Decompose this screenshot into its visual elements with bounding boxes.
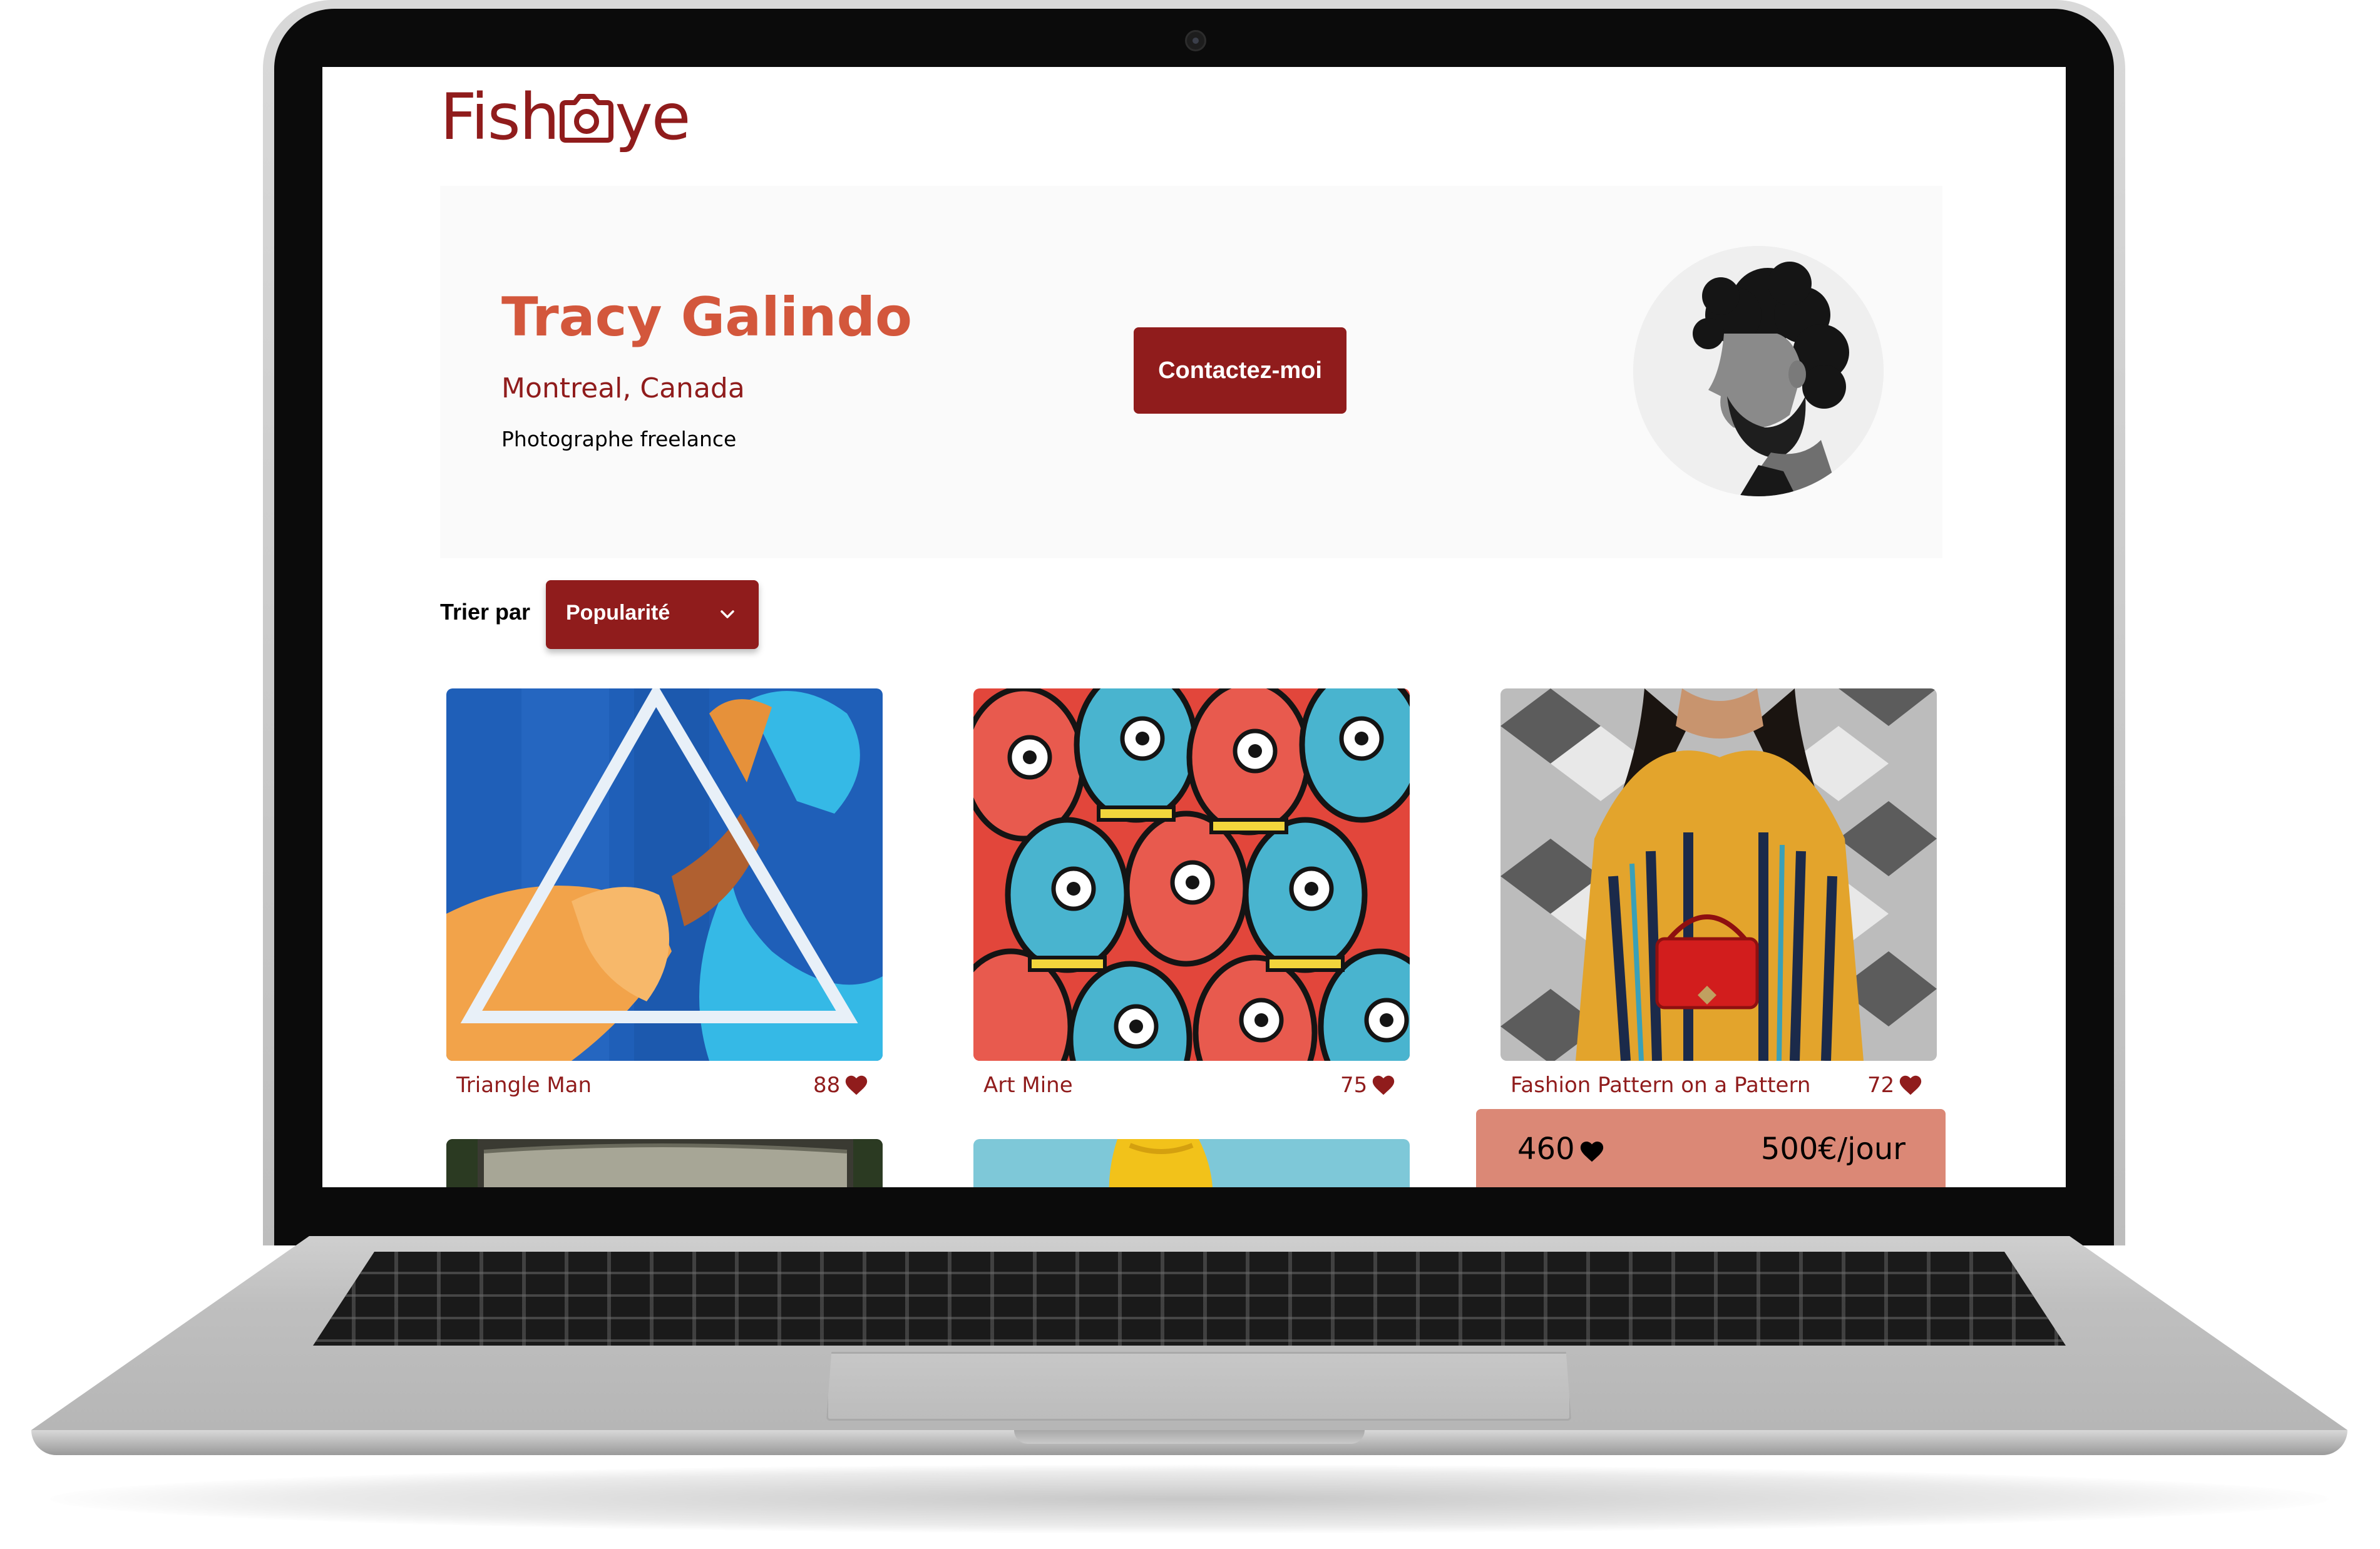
media-thumbnail[interactable] — [1500, 688, 1937, 1061]
trackpad — [826, 1352, 1571, 1421]
media-title: Art Mine — [983, 1073, 1073, 1098]
sort-selected-value: Popularité — [566, 601, 670, 625]
photographer-avatar — [1633, 246, 1884, 496]
media-thumbnail-partial[interactable] — [446, 1139, 883, 1187]
chevron-down-icon — [721, 610, 734, 618]
heart-icon — [846, 1075, 868, 1095]
heart-icon — [1900, 1075, 1922, 1095]
lid-opening-notch — [1014, 1430, 1365, 1444]
contact-button[interactable]: Contactez-moi — [1134, 327, 1346, 414]
sort-label: Trier par — [440, 599, 531, 625]
stats-bar: 460 500€/jour — [1476, 1109, 1946, 1187]
fisheye-logo[interactable]: Fish ye — [440, 86, 691, 153]
screen: Fish ye Tracy Galindo Montreal, Canada Ph… — [322, 67, 2066, 1187]
heart-icon — [1580, 1141, 1603, 1162]
photographer-location: Montreal, Canada — [501, 372, 745, 404]
sort-dropdown[interactable]: Popularité — [546, 580, 759, 649]
media-likes-count: 75 — [1340, 1073, 1368, 1098]
media-title: Fashion Pattern on a Pattern — [1511, 1073, 1811, 1098]
webcam-icon — [1185, 30, 1206, 51]
photographer-header: Tracy Galindo Montreal, Canada Photograp… — [440, 186, 1942, 558]
photographer-tagline: Photographe freelance — [501, 427, 737, 451]
media-likes-count: 88 — [813, 1073, 841, 1098]
media-title: Triangle Man — [456, 1073, 592, 1098]
daily-price: 500€/jour — [1760, 1132, 1906, 1167]
keyboard-rows — [313, 1252, 2066, 1346]
heart-icon — [1373, 1075, 1395, 1095]
media-thumbnail[interactable] — [446, 688, 883, 1061]
total-likes-count: 460 — [1517, 1132, 1575, 1167]
total-likes: 460 — [1517, 1132, 1605, 1167]
media-likes[interactable]: 72 — [1867, 1073, 1923, 1098]
media-thumbnail-partial[interactable] — [973, 1139, 1410, 1187]
laptop-shadow — [50, 1465, 2329, 1533]
logo-text-right: ye — [615, 80, 690, 155]
photographer-name: Tracy Galindo — [501, 286, 913, 349]
media-likes[interactable]: 75 — [1340, 1073, 1396, 1098]
camera-logo-icon — [560, 89, 614, 153]
logo-text-left: Fish — [440, 80, 560, 155]
media-likes-count: 72 — [1867, 1073, 1895, 1098]
media-thumbnail[interactable] — [973, 688, 1410, 1061]
media-likes[interactable]: 88 — [813, 1073, 869, 1098]
